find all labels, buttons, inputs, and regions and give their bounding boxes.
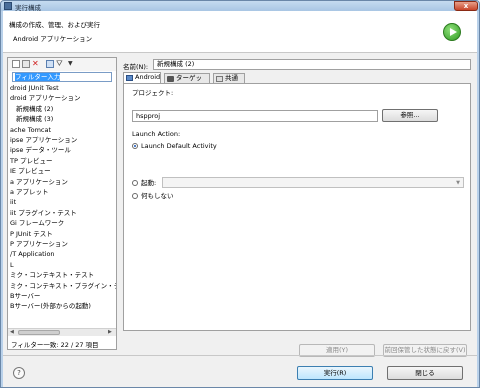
radio-do-nothing[interactable]: 何もしない bbox=[132, 191, 232, 201]
configuration-list-pane: ✕ ⛛ ▼ フィルター入力 droid JUnit Test droid アプリケ… bbox=[7, 57, 117, 350]
view-menu-icon[interactable]: ▼ bbox=[68, 60, 76, 68]
tree-item[interactable]: ipse アプリケーション bbox=[10, 136, 77, 145]
activity-select[interactable]: ▼ bbox=[162, 177, 464, 188]
radio-launch-default[interactable]: Launch Default Activity bbox=[132, 141, 332, 151]
radio-unselected-icon bbox=[132, 193, 138, 199]
run-icon bbox=[443, 23, 461, 41]
window-close-button[interactable]: x bbox=[454, 1, 478, 11]
tree-item[interactable]: droid JUnit Test bbox=[10, 84, 59, 93]
new-configuration-icon[interactable] bbox=[12, 60, 20, 68]
scroll-thumb[interactable] bbox=[18, 330, 60, 335]
dialog-window: 実行構成 x 構成の作成、管理、および実行 Android アプリケーション ✕… bbox=[0, 0, 480, 388]
config-tabs: Android ターゲット 共通(C) bbox=[123, 72, 471, 91]
name-label: 名前(N): bbox=[123, 63, 149, 71]
tree-item[interactable]: /T Application bbox=[10, 250, 55, 259]
header-subtitle: Android アプリケーション bbox=[13, 35, 93, 43]
collapse-all-icon[interactable] bbox=[46, 60, 54, 68]
launch-action-label: Launch Action: bbox=[132, 130, 181, 138]
list-toolbar: ✕ ⛛ ▼ bbox=[8, 58, 116, 71]
chevron-down-icon: ▼ bbox=[456, 180, 460, 186]
radio-unselected-icon bbox=[132, 180, 138, 186]
filter-icon[interactable]: ⛛ bbox=[56, 60, 64, 68]
common-tab-icon bbox=[216, 76, 223, 82]
window-icon bbox=[4, 2, 12, 10]
tree-item[interactable]: TP プレビュー bbox=[10, 157, 52, 166]
help-icon[interactable]: ? bbox=[13, 367, 25, 379]
configuration-tree: droid JUnit Test droid アプリケーション新規構成 (2) 新規… bbox=[8, 84, 116, 320]
delete-icon[interactable]: ✕ bbox=[32, 60, 40, 68]
name-input[interactable]: 新規構成 (2) bbox=[153, 59, 471, 70]
dialog-content: 構成の作成、管理、および実行 Android アプリケーション ✕ ⛛ ▼ フィ… bbox=[3, 11, 477, 387]
android-tab-panel: プロジェクト: hspproj 参照... Launch Action: Lau… bbox=[123, 83, 471, 331]
tree-item[interactable]: iit bbox=[10, 198, 16, 207]
tree-item[interactable]: ミク・コンテキスト・テスト bbox=[10, 271, 94, 280]
project-label: プロジェクト: bbox=[132, 89, 174, 97]
horizontal-scrollbar[interactable]: ◀ ▶ bbox=[8, 328, 116, 336]
radio-selected-icon bbox=[132, 143, 138, 149]
tree-item[interactable]: iit プラグイン・テスト bbox=[10, 209, 77, 218]
tree-item[interactable]: ミク・コンテキスト・プラグイン・テス bbox=[10, 282, 116, 291]
tree-item[interactable]: Gi フレームワーク bbox=[10, 219, 64, 228]
project-input[interactable]: hspproj bbox=[132, 110, 378, 122]
dialog-header: 構成の作成、管理、および実行 Android アプリケーション bbox=[3, 11, 477, 53]
configuration-detail-pane: 名前(N): 新規構成 (2) Android ターゲット 共通(C) プロジェ… bbox=[121, 57, 473, 357]
tree-item[interactable]: P アプリケーション bbox=[10, 240, 68, 249]
filter-input[interactable]: フィルター入力 bbox=[12, 72, 112, 82]
close-button[interactable]: 閉じる bbox=[387, 366, 463, 380]
tree-item[interactable]: P JUnit テスト bbox=[10, 230, 53, 239]
header-title: 構成の作成、管理、および実行 bbox=[9, 21, 100, 29]
tree-item[interactable]: Bサーバー(外部からの起動) bbox=[10, 302, 91, 311]
filter-match-count: フィルター一致: 22 / 27 項目 bbox=[11, 341, 99, 349]
title-bar[interactable]: 実行構成 x bbox=[1, 1, 479, 12]
tree-item[interactable]: 新規構成 (2) bbox=[16, 105, 53, 114]
tree-item[interactable]: a アプリケーション bbox=[10, 178, 68, 187]
tree-item[interactable]: IE プレビュー bbox=[10, 167, 51, 176]
tree-item[interactable]: ache Tomcat bbox=[10, 126, 51, 135]
scroll-left-icon[interactable]: ◀ bbox=[10, 329, 16, 336]
tree-item[interactable]: L bbox=[10, 261, 14, 270]
tree-item[interactable]: 新規構成 (3) bbox=[16, 115, 53, 124]
browse-button[interactable]: 参照... bbox=[382, 109, 438, 122]
tree-item[interactable]: Bサーバー bbox=[10, 292, 40, 301]
tab-android[interactable]: Android bbox=[123, 72, 161, 83]
duplicate-icon[interactable] bbox=[22, 60, 30, 68]
tree-item[interactable]: ipse データ・ツール bbox=[10, 146, 71, 155]
scroll-right-icon[interactable]: ▶ bbox=[108, 329, 114, 336]
tab-target[interactable]: ターゲット bbox=[164, 73, 210, 91]
tree-item[interactable]: a アプレット bbox=[10, 188, 49, 197]
tree-item[interactable]: droid アプリケーション bbox=[10, 94, 81, 103]
tab-common[interactable]: 共通(C) bbox=[213, 73, 245, 91]
target-tab-icon bbox=[167, 76, 174, 82]
android-tab-icon bbox=[126, 75, 133, 81]
run-button[interactable]: 実行(R) bbox=[297, 366, 373, 380]
footer-divider bbox=[3, 355, 477, 356]
radio-launch-activity[interactable]: 起動: bbox=[132, 178, 162, 188]
